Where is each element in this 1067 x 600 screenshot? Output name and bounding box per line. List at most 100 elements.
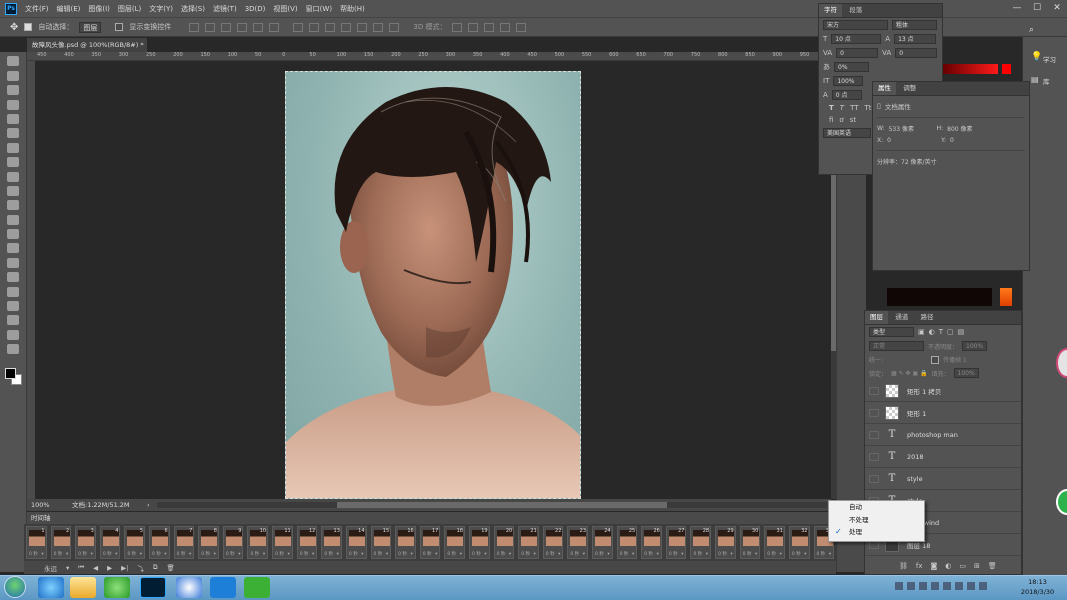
tray-icon[interactable] xyxy=(931,582,939,590)
tab-paths[interactable]: 路径 xyxy=(915,311,938,324)
show-transform-checkbox[interactable] xyxy=(115,23,124,31)
frame-duration[interactable]: 0 秒 xyxy=(521,551,530,557)
layer-visibility-icon[interactable] xyxy=(869,386,879,395)
history-brush-tool-icon[interactable] xyxy=(7,185,19,196)
tab-properties[interactable]: 属性 xyxy=(873,82,896,95)
menu-file[interactable]: 文件(F) xyxy=(21,4,53,14)
context-menu-item[interactable]: 不处理 xyxy=(829,514,924,527)
timeline-frame[interactable]: 31 0 秒 ▾ xyxy=(764,526,785,559)
new-group-icon[interactable]: ▭ xyxy=(959,562,966,570)
close-window-button[interactable]: ✕ xyxy=(1047,0,1067,17)
library-icon[interactable]: ▤ xyxy=(1031,75,1039,84)
tray-icon[interactable] xyxy=(955,582,963,590)
zoom-level[interactable]: 100% xyxy=(31,499,50,511)
3d-roll-icon[interactable] xyxy=(468,22,479,32)
marquee-tool-icon[interactable] xyxy=(7,70,19,81)
lock-icons[interactable]: ▦ ✎ ✥ ▣ 🔒 xyxy=(891,370,928,377)
swash-icon[interactable]: st xyxy=(850,116,856,124)
fill-field[interactable]: 100% xyxy=(953,368,979,378)
learn-icon[interactable]: 💡 xyxy=(1031,52,1042,62)
tray-icon[interactable] xyxy=(895,582,903,590)
eraser-tool-icon[interactable] xyxy=(7,200,19,211)
frame-duration[interactable]: 0 秒 xyxy=(693,551,702,557)
zoom-tool-icon[interactable] xyxy=(7,329,19,340)
timeline-frame[interactable]: 29 0 秒 ▾ xyxy=(715,526,736,559)
distribute-hcenter-icon[interactable] xyxy=(357,22,368,32)
frame-dropdown-arrow-icon[interactable]: ▾ xyxy=(115,552,117,557)
frame-dropdown-arrow-icon[interactable]: ▾ xyxy=(361,552,363,557)
tab-paragraph[interactable]: 段落 xyxy=(844,4,867,17)
timeline-frame[interactable]: 11 0 秒 ▾ xyxy=(272,526,293,559)
timeline-frame[interactable]: 14 0 秒 ▾ xyxy=(345,526,367,559)
frame-duration[interactable]: 0 秒 xyxy=(201,551,210,557)
frame-duration[interactable]: 0 秒 xyxy=(29,551,38,557)
frame-dropdown-arrow-icon[interactable]: ▾ xyxy=(140,552,142,557)
all-caps-icon[interactable]: TT xyxy=(850,104,858,112)
frame-dropdown-arrow-icon[interactable]: ▾ xyxy=(706,552,708,557)
fx-icon[interactable]: fx xyxy=(916,562,923,570)
layer-row[interactable]: T 2018 xyxy=(865,446,1021,468)
baidu-app-icon[interactable] xyxy=(176,577,202,598)
3d-scale-icon[interactable] xyxy=(516,22,527,32)
propagate-checkbox[interactable] xyxy=(931,355,940,364)
filter-smart-icon[interactable]: ▤ xyxy=(958,328,965,336)
tray-icon[interactable] xyxy=(919,582,927,590)
red-color-swatch[interactable] xyxy=(1002,64,1011,74)
ligature-icon[interactable]: fi xyxy=(829,116,833,124)
frame-dropdown-arrow-icon[interactable]: ▾ xyxy=(238,552,240,557)
frame-duration[interactable]: 0 秒 xyxy=(644,551,653,557)
distribute-bottom-icon[interactable] xyxy=(325,22,336,32)
document-tab[interactable]: 故障风头像.psd @ 100%(RGB/8#) * xyxy=(27,38,147,52)
small-caps-icon[interactable]: Tt xyxy=(865,104,872,112)
tray-icon[interactable] xyxy=(943,582,951,590)
timeline-frame[interactable]: 12 0 秒 ▾ xyxy=(296,526,318,559)
frame-duration[interactable]: 0 秒 xyxy=(349,551,358,557)
start-button-icon[interactable] xyxy=(4,576,26,598)
distribute-vcenter-icon[interactable] xyxy=(309,22,320,32)
auto-select-checkbox[interactable] xyxy=(24,23,33,31)
adjustment-layer-icon[interactable]: ◐ xyxy=(945,562,951,570)
orange-color-swatch[interactable] xyxy=(1000,288,1012,306)
pen-tool-icon[interactable] xyxy=(7,257,19,268)
distribute-top-icon[interactable] xyxy=(293,22,304,32)
layer-visibility-icon[interactable] xyxy=(869,474,879,483)
frame-duration[interactable]: 0 秒 xyxy=(718,551,727,557)
search-icon[interactable]: ⌕ xyxy=(1029,25,1034,35)
timeline-frame[interactable]: 16 0 秒 ▾ xyxy=(395,526,416,559)
timeline-frame[interactable]: 13 0 秒 ▾ xyxy=(321,526,342,559)
timeline-frame[interactable]: 22 0 秒 ▾ xyxy=(542,526,564,559)
auto-select-dropdown[interactable]: 图层 xyxy=(79,21,102,33)
3d-rotate-icon[interactable] xyxy=(452,22,463,32)
timeline-frame[interactable]: 1 0 秒 ▾ xyxy=(26,526,47,559)
frame-dropdown-arrow-icon[interactable]: ▾ xyxy=(435,552,437,557)
font-family-select[interactable]: 宋方 xyxy=(823,20,888,30)
maximize-button[interactable]: ☐ xyxy=(1027,0,1047,17)
timeline-frame[interactable]: 26 0 秒 ▾ xyxy=(641,526,662,559)
frame-dropdown-arrow-icon[interactable]: ▾ xyxy=(91,552,93,557)
frame-dropdown-arrow-icon[interactable]: ▾ xyxy=(607,552,609,557)
frame-duration[interactable]: 0 秒 xyxy=(472,551,481,557)
menu-type[interactable]: 文字(Y) xyxy=(145,4,177,14)
align-bottom-icon[interactable] xyxy=(221,22,232,32)
blue-u-app-icon[interactable] xyxy=(210,577,236,598)
menu-layer[interactable]: 图层(L) xyxy=(114,4,145,14)
timeline-frame[interactable]: 20 0 秒 ▾ xyxy=(493,526,515,559)
frame-dropdown-arrow-icon[interactable]: ▾ xyxy=(66,552,68,557)
align-left-icon[interactable] xyxy=(237,22,248,32)
layer-row[interactable]: 矩形 1 拷贝 xyxy=(865,380,1021,402)
canvas-image[interactable] xyxy=(285,71,581,499)
frame-dropdown-arrow-icon[interactable]: ▾ xyxy=(386,552,388,557)
frame-duration[interactable]: 0 秒 xyxy=(423,551,432,557)
add-mask-icon[interactable]: ◙ xyxy=(931,562,938,570)
frame-duration[interactable]: 0 秒 xyxy=(669,551,678,557)
tab-layers[interactable]: 图层 xyxy=(865,311,888,324)
timeline-frame[interactable]: 17 0 秒 ▾ xyxy=(419,526,441,559)
frame-duration[interactable]: 0 秒 xyxy=(792,551,801,557)
first-frame-icon[interactable]: ⏮ xyxy=(78,563,84,572)
align-right-icon[interactable] xyxy=(269,22,280,32)
filter-pixel-icon[interactable]: ▣ xyxy=(918,328,925,336)
tsume-field[interactable]: 0% xyxy=(834,62,869,72)
frame-dropdown-arrow-icon[interactable]: ▾ xyxy=(534,552,536,557)
learn-label[interactable]: 学习 xyxy=(1043,54,1056,64)
3d-drag-icon[interactable] xyxy=(484,22,495,32)
